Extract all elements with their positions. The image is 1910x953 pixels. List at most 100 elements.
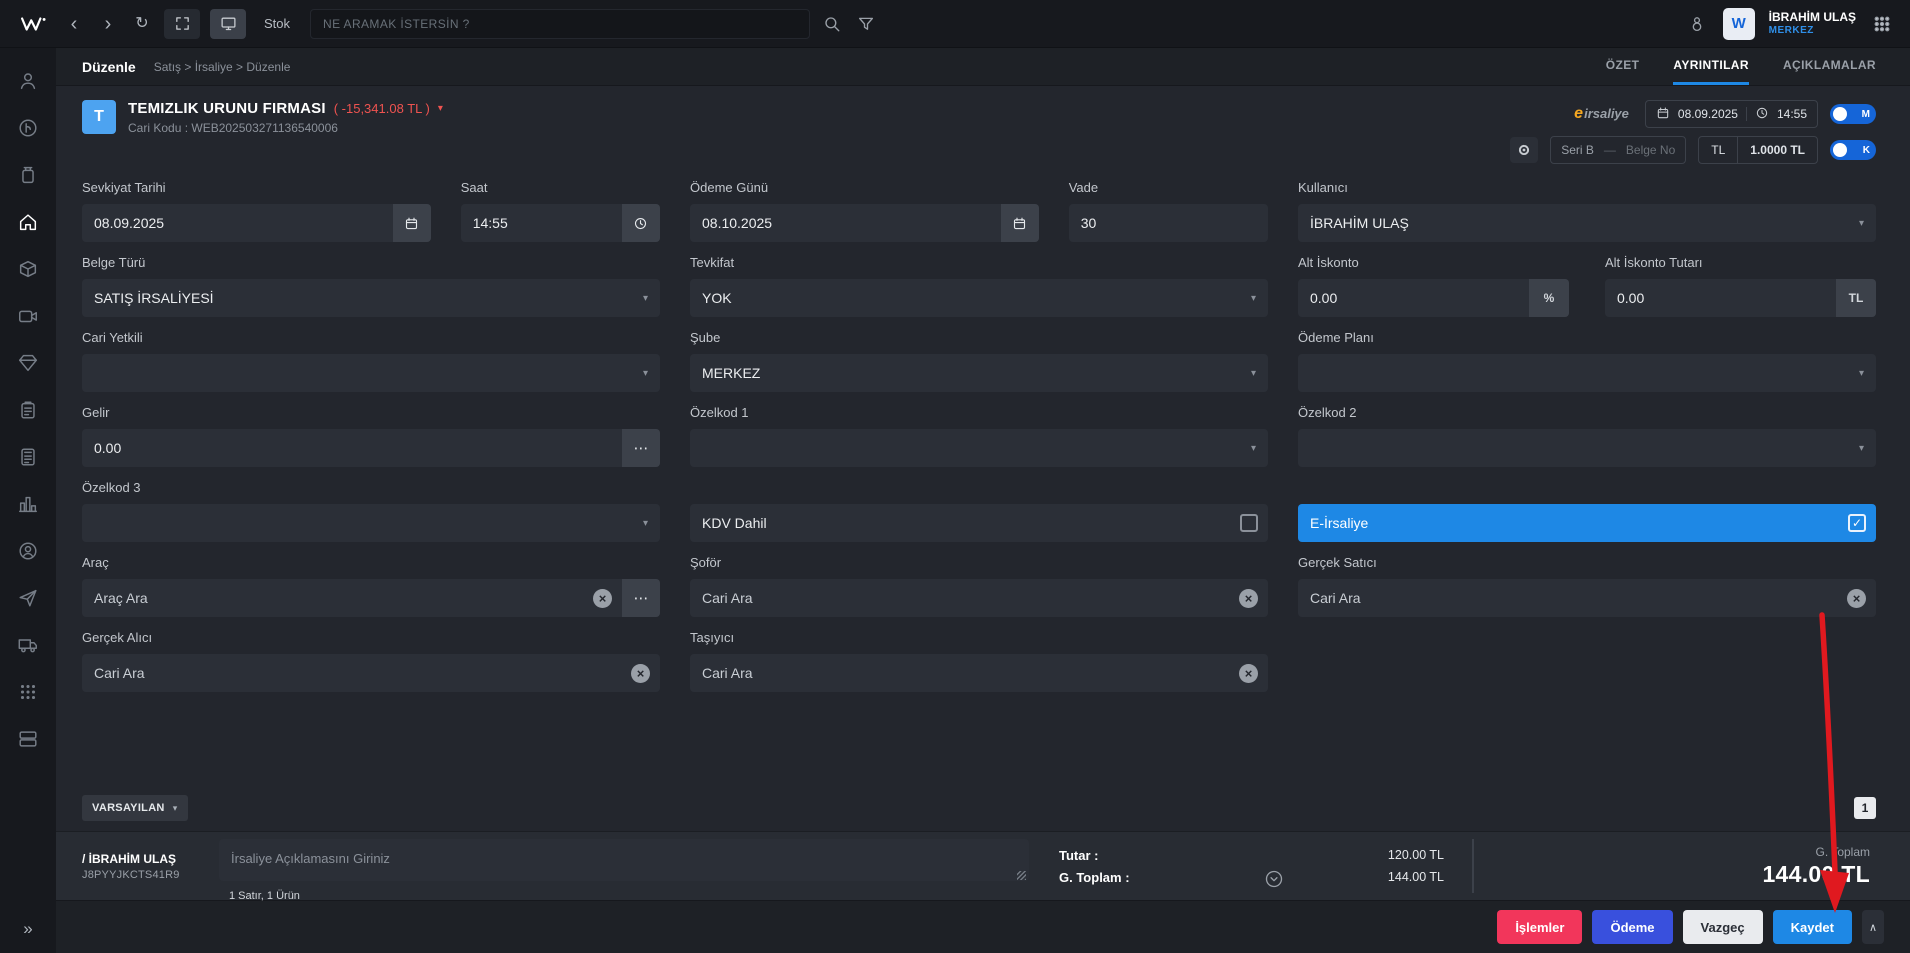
snowman-icon[interactable]	[1685, 12, 1709, 36]
monitor-button[interactable]	[210, 9, 246, 39]
tevkifat-select[interactable]: YOK ▾	[690, 279, 1268, 317]
apps-grid-icon[interactable]	[1870, 12, 1894, 36]
tutar-label: Tutar :	[1059, 848, 1098, 863]
company-selector[interactable]: TEMIZLIK URUNU FIRMASI ( -15,341.08 TL )…	[128, 100, 443, 117]
toggle-k[interactable]: K	[1830, 140, 1876, 160]
saat-input[interactable]: 14:55	[461, 204, 660, 242]
sidebar-account-icon[interactable]	[17, 540, 39, 562]
sevkiyat-tarihi-input[interactable]: 08.09.2025	[82, 204, 431, 242]
e-irsaliye-toggle[interactable]: E-İrsaliye ✓	[1298, 504, 1876, 542]
sidebar-truck-icon[interactable]	[17, 634, 39, 656]
kaydet-button[interactable]: Kaydet	[1773, 910, 1852, 944]
breadcrumb[interactable]: Satış > İrsaliye > Düzenle	[154, 60, 291, 74]
gercek-alici-input[interactable]: Cari Ara ×	[82, 654, 660, 692]
kdv-dahil-toggle[interactable]: KDV Dahil	[690, 504, 1268, 542]
seri-belge-input[interactable]: Seri B — Belge No	[1550, 136, 1686, 164]
field-placeholder: Cari Ara	[702, 665, 753, 681]
action-bar: İşlemler Ödeme Vazgeç Kaydet ∧	[56, 900, 1910, 953]
odeme-button[interactable]: Ödeme	[1592, 910, 1672, 944]
refresh-icon[interactable]: ↻	[130, 16, 154, 32]
vazgec-button[interactable]: Vazgeç	[1683, 910, 1763, 944]
belge-turu-select[interactable]: SATIŞ İRSALİYESİ ▾	[82, 279, 660, 317]
ellipsis-icon[interactable]: ⋯	[622, 579, 660, 617]
calendar-icon[interactable]	[1001, 204, 1039, 242]
odeme-gunu-input[interactable]: 08.10.2025	[690, 204, 1039, 242]
arac-input[interactable]: Araç Ara × ⋯	[82, 579, 660, 617]
grand-total-value: 144.00 TL	[1762, 861, 1870, 888]
clear-icon[interactable]: ×	[593, 589, 612, 608]
chevron-down-icon: ▾	[643, 518, 660, 529]
chevron-down-icon[interactable]: ▾	[438, 103, 443, 114]
clear-icon[interactable]: ×	[1239, 589, 1258, 608]
field-placeholder: Araç Ara	[94, 590, 148, 606]
field-value: 0.00	[94, 440, 121, 456]
chevron-down-icon: ▾	[1251, 443, 1268, 454]
form-grid: Sevkiyat Tarihi 08.09.2025 Saat 14:55	[82, 180, 1876, 692]
sidebar-send-icon[interactable]	[17, 587, 39, 609]
tasiyici-input[interactable]: Cari Ara ×	[690, 654, 1268, 692]
settings-button[interactable]	[1510, 137, 1538, 163]
sidebar-camera-icon[interactable]	[17, 305, 39, 327]
tab-ayrintilar[interactable]: AYRINTILAR	[1673, 48, 1749, 85]
field-value: 0.00	[1617, 290, 1644, 306]
tab-aciklamalar[interactable]: AÇIKLAMALAR	[1783, 48, 1876, 85]
clear-icon[interactable]: ×	[631, 664, 650, 683]
clear-icon[interactable]: ×	[1239, 664, 1258, 683]
chevron-up-icon[interactable]: ∧	[1862, 910, 1884, 944]
checkbox-checked-icon[interactable]: ✓	[1848, 514, 1866, 532]
currency-rate-input[interactable]: TL 1.0000 TL	[1698, 136, 1818, 164]
sidebar-home-icon[interactable]	[17, 211, 39, 233]
check-icon: ✓	[1852, 516, 1862, 530]
gercek-satici-input[interactable]: Cari Ara ×	[1298, 579, 1876, 617]
field-value: YOK	[702, 290, 732, 306]
search-icon[interactable]	[820, 12, 844, 36]
odeme-plani-select[interactable]: ▾	[1298, 354, 1876, 392]
app-logo[interactable]	[16, 11, 52, 37]
sofor-input[interactable]: Cari Ara ×	[690, 579, 1268, 617]
sidebar-user-icon[interactable]	[17, 70, 39, 92]
chevron-down-icon: ▾	[1251, 368, 1268, 379]
toggle-m[interactable]: M	[1830, 104, 1876, 124]
ozelkod-3-select[interactable]: ▾	[82, 504, 660, 542]
sube-select[interactable]: MERKEZ ▾	[690, 354, 1268, 392]
sidebar-clipboard-icon[interactable]	[17, 399, 39, 421]
varsayilan-button[interactable]: VARSAYILAN ▾	[82, 795, 188, 821]
islemler-button[interactable]: İşlemler	[1497, 910, 1582, 944]
tab-ozet[interactable]: ÖZET	[1606, 48, 1640, 85]
alt-iskonto-input[interactable]: 0.00 %	[1298, 279, 1569, 317]
sidebar-jar-icon[interactable]	[17, 164, 39, 186]
sidebar-calculator-icon[interactable]	[17, 446, 39, 468]
sidebar-expand-icon[interactable]: »	[23, 919, 32, 939]
kullanici-select[interactable]: İBRAHİM ULAŞ ▾	[1298, 204, 1876, 242]
field-placeholder: Cari Ara	[1310, 590, 1361, 606]
sidebar-gem-icon[interactable]	[17, 352, 39, 374]
vade-input[interactable]: 30	[1069, 204, 1268, 242]
calendar-icon[interactable]	[393, 204, 431, 242]
doc-datetime-input[interactable]: 08.09.2025 14:55	[1645, 100, 1818, 128]
sidebar-coin-icon[interactable]	[17, 117, 39, 139]
stok-menu-item[interactable]: Stok	[264, 16, 290, 31]
expand-button[interactable]	[164, 9, 200, 39]
nav-forward-icon[interactable]: ›	[96, 14, 120, 34]
ozelkod-1-select[interactable]: ▾	[690, 429, 1268, 467]
aciklama-input[interactable]	[219, 839, 1029, 881]
user-avatar[interactable]: W	[1723, 8, 1755, 40]
ozelkod-2-select[interactable]: ▾	[1298, 429, 1876, 467]
ellipsis-icon[interactable]: ⋯	[622, 429, 660, 467]
sidebar-cards-icon[interactable]	[17, 728, 39, 750]
clock-icon[interactable]	[622, 204, 660, 242]
nav-back-icon[interactable]: ‹	[62, 14, 86, 34]
alt-iskonto-tutari-input[interactable]: 0.00 TL	[1605, 279, 1876, 317]
doc-user: / İBRAHİM ULAŞ	[82, 852, 219, 866]
clear-icon[interactable]: ×	[1847, 589, 1866, 608]
sidebar-apps-icon[interactable]	[17, 681, 39, 703]
cari-yetkili-select[interactable]: ▾	[82, 354, 660, 392]
checkbox-unchecked-icon[interactable]	[1240, 514, 1258, 532]
totals-expand-icon[interactable]	[1264, 869, 1284, 889]
gelir-input[interactable]: 0.00 ⋯	[82, 429, 660, 467]
filter-icon[interactable]	[854, 12, 878, 36]
sidebar-box-icon[interactable]	[17, 258, 39, 280]
sidebar-chart-icon[interactable]	[17, 493, 39, 515]
search-input[interactable]	[310, 9, 810, 39]
field-label: Şoför	[690, 555, 1268, 571]
